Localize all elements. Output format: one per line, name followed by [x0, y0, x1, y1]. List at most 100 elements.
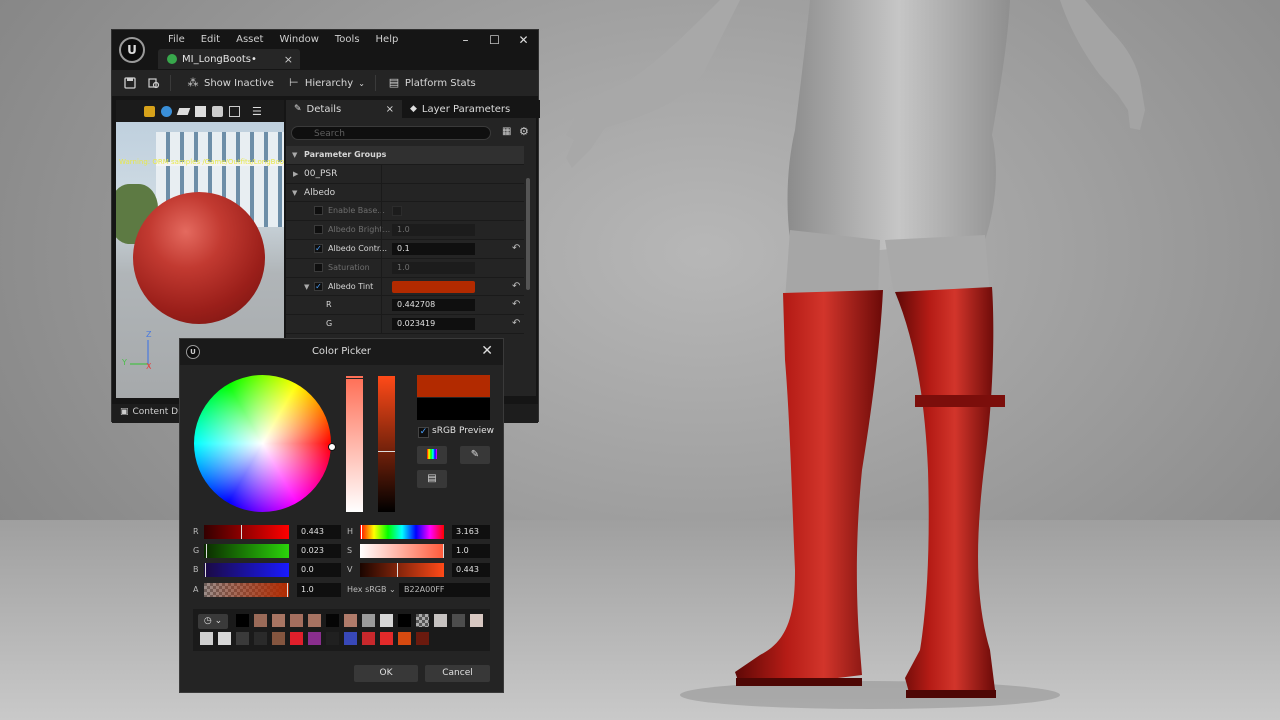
color-swatch[interactable] — [200, 632, 213, 645]
g-value-field[interactable]: 0.023 — [297, 544, 341, 558]
r-value-field[interactable]: 0.443 — [297, 525, 341, 539]
v-value-field[interactable]: 0.443 — [452, 563, 490, 577]
hex-format-dropdown[interactable]: Hex sRGB ⌄ — [347, 585, 396, 594]
override-checkbox[interactable] — [314, 206, 323, 216]
menu-edit[interactable]: Edit — [193, 33, 228, 47]
ok-button[interactable]: OK — [354, 665, 418, 682]
color-swatch[interactable] — [344, 614, 357, 627]
color-swatch[interactable] — [308, 632, 321, 645]
color-swatch[interactable] — [380, 632, 393, 645]
tab-details[interactable]: ✎ Details × — [286, 100, 402, 118]
maximize-button[interactable]: ☐ — [480, 30, 509, 50]
teapot-preview-icon[interactable] — [229, 105, 240, 117]
color-swatch[interactable] — [344, 632, 357, 645]
sphere-preview-icon[interactable] — [161, 105, 172, 117]
hierarchy-dropdown[interactable]: ⊢ Hierarchy ⌄ — [288, 77, 365, 89]
enable-base-checkbox[interactable] — [392, 206, 402, 217]
color-swatch[interactable] — [290, 632, 303, 645]
reset-to-default-icon[interactable]: ↶ — [512, 315, 520, 333]
color-swatch[interactable] — [236, 614, 249, 627]
albedo-contrast-field[interactable]: 0.1 — [392, 242, 475, 255]
tab-layer-parameters[interactable]: ◆ Layer Parameters — [402, 100, 518, 118]
h-value-field[interactable]: 3.163 — [452, 525, 490, 539]
reset-to-default-icon[interactable]: ↶ — [512, 296, 520, 314]
close-details-icon[interactable]: × — [386, 104, 394, 115]
color-swatch[interactable] — [308, 614, 321, 627]
color-swatch[interactable] — [398, 632, 411, 645]
color-swatch[interactable] — [326, 614, 339, 627]
palette-button[interactable]: ▤ — [417, 470, 447, 488]
browse-icon[interactable] — [148, 77, 160, 89]
menu-asset[interactable]: Asset — [228, 33, 271, 47]
a-slider[interactable] — [204, 583, 289, 597]
menu-tools[interactable]: Tools — [327, 33, 368, 47]
h-slider[interactable] — [360, 525, 444, 539]
reset-to-default-icon[interactable]: ↶ — [512, 278, 520, 296]
cylinder-preview-icon[interactable] — [144, 105, 155, 117]
close-icon[interactable]: ✕ — [481, 339, 493, 363]
color-swatch[interactable] — [272, 614, 285, 627]
r-slider[interactable] — [204, 525, 289, 539]
color-swatch[interactable] — [290, 614, 303, 627]
eyedropper-button[interactable]: ✎ — [460, 446, 490, 464]
color-theme-button[interactable] — [417, 446, 447, 464]
gear-icon[interactable]: ⚙ — [519, 125, 529, 138]
cube-preview-icon[interactable] — [195, 105, 206, 117]
override-checkbox[interactable] — [314, 262, 323, 272]
srgb-preview-checkbox[interactable]: ✓ — [418, 427, 429, 438]
viewport-options-icon[interactable]: ☰ — [252, 105, 262, 118]
color-wheel[interactable] — [194, 375, 331, 512]
saturation-field[interactable]: 1.0 — [392, 261, 475, 274]
cancel-button[interactable]: Cancel — [425, 665, 490, 682]
menu-file[interactable]: File — [160, 33, 193, 47]
g-slider[interactable] — [204, 544, 289, 558]
albedo-brightness-field[interactable]: 1.0 — [392, 224, 475, 237]
color-swatch[interactable] — [236, 632, 249, 645]
content-drawer-button[interactable]: ▣ Content Dra — [120, 407, 187, 417]
recent-colors-dropdown[interactable]: ◷ ⌄ — [198, 614, 228, 629]
details-scrollbar[interactable] — [526, 178, 530, 290]
r-field[interactable]: 0.442708 — [392, 299, 475, 312]
color-swatch[interactable] — [254, 614, 267, 627]
reset-to-default-icon[interactable]: ↶ — [512, 240, 520, 258]
g-field[interactable]: 0.023419 — [392, 318, 475, 331]
menu-window[interactable]: Window — [271, 33, 326, 47]
color-swatch[interactable] — [470, 614, 483, 627]
color-swatch[interactable] — [416, 632, 429, 645]
b-value-field[interactable]: 0.0 — [297, 563, 341, 577]
show-inactive-button[interactable]: ⁂ Show Inactive — [187, 77, 274, 89]
s-value-field[interactable]: 1.0 — [452, 544, 490, 558]
a-value-field[interactable]: 1.0 — [297, 583, 341, 597]
color-swatch[interactable] — [398, 614, 411, 627]
close-window-button[interactable]: ✕ — [509, 30, 538, 50]
expand-arrow-icon[interactable]: ▼ — [304, 278, 309, 296]
mesh-preview-icon[interactable] — [212, 105, 223, 117]
platform-stats-button[interactable]: ▤ Platform Stats — [388, 77, 476, 89]
group-row-albedo[interactable]: ▼ Albedo — [286, 183, 524, 203]
color-swatch[interactable] — [434, 614, 447, 627]
menu-help[interactable]: Help — [368, 33, 407, 47]
override-checkbox[interactable] — [314, 225, 323, 235]
value-slider[interactable] — [378, 376, 395, 512]
hex-value-field[interactable]: B22A00FF — [399, 583, 490, 597]
unreal-logo-icon[interactable]: U — [119, 37, 145, 63]
color-swatch[interactable] — [362, 614, 375, 627]
v-slider[interactable] — [360, 563, 444, 577]
table-view-icon[interactable]: ▦ — [502, 126, 511, 137]
albedo-tint-swatch[interactable] — [392, 280, 475, 293]
search-input[interactable]: Search — [291, 126, 491, 140]
color-swatch[interactable] — [326, 632, 339, 645]
parameter-groups-header[interactable]: ▼ Parameter Groups — [286, 146, 524, 165]
color-swatch[interactable] — [218, 632, 231, 645]
save-icon[interactable] — [124, 77, 136, 89]
s-slider[interactable] — [360, 544, 444, 558]
saturation-slider[interactable] — [346, 376, 363, 512]
minimize-button[interactable]: – — [451, 30, 480, 50]
color-swatch[interactable] — [452, 614, 465, 627]
color-swatch[interactable] — [254, 632, 267, 645]
color-swatch[interactable] — [380, 614, 393, 627]
document-tab[interactable]: MI_LongBoots• × — [158, 49, 300, 69]
group-row-psr[interactable]: ▶ 00_PSR — [286, 164, 524, 184]
color-wheel-handle[interactable] — [328, 443, 336, 451]
color-swatch[interactable] — [362, 632, 375, 645]
